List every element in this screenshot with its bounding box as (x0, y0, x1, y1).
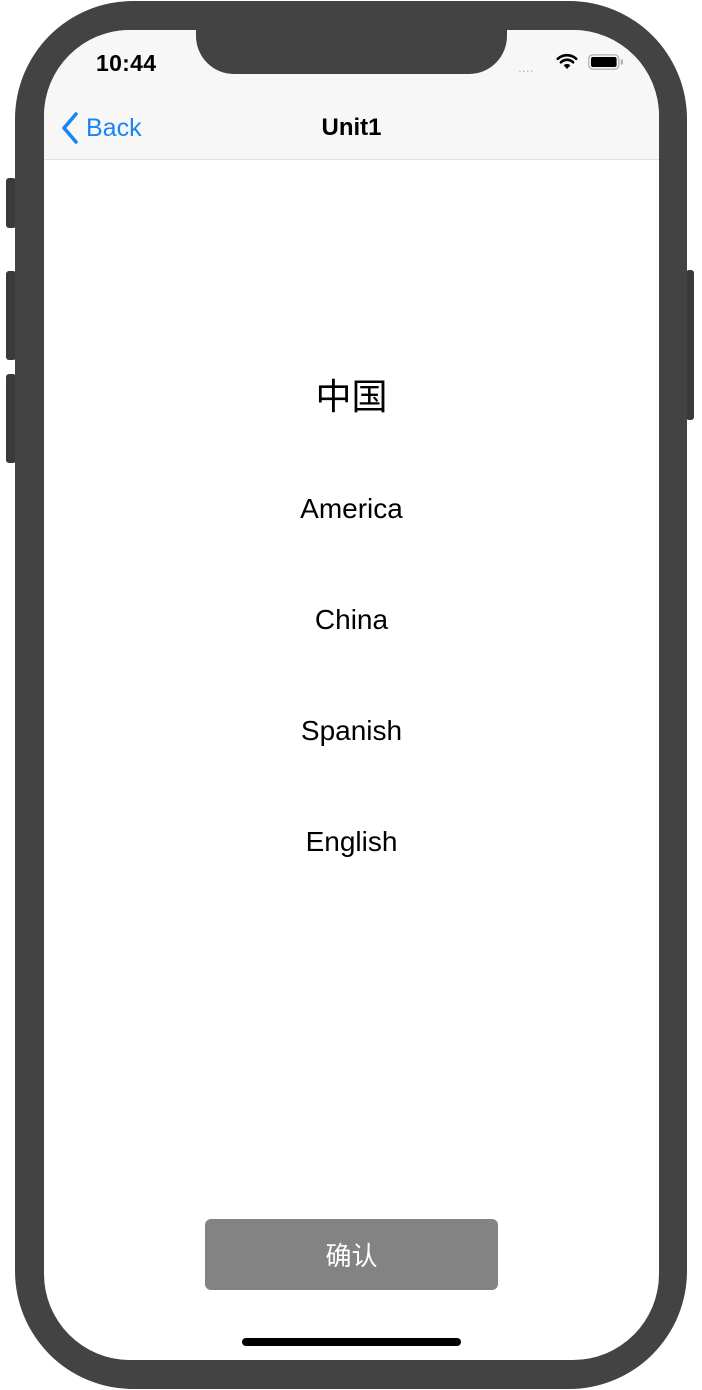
camera-notch (196, 30, 507, 74)
option-english[interactable]: English (44, 826, 659, 858)
option-america[interactable]: America (44, 493, 659, 525)
wifi-icon (556, 53, 578, 69)
status-time: 10:44 (96, 50, 157, 76)
power-button (686, 270, 694, 420)
battery-icon (588, 54, 623, 70)
option-spanish[interactable]: Spanish (44, 715, 659, 747)
device-stage: 10:44 .... Back Unit1 中国 America China S… (0, 0, 702, 1390)
home-indicator[interactable] (242, 1338, 461, 1346)
option-china[interactable]: China (44, 604, 659, 636)
signal-icon: .... (518, 59, 534, 75)
navigation-bar: Back Unit1 (44, 96, 659, 160)
confirm-button[interactable]: 确认 (205, 1219, 498, 1290)
question-text: 中国 (315, 377, 388, 418)
page-title: Unit1 (321, 114, 382, 141)
phone-screen: 10:44 .... Back Unit1 中国 America China S… (44, 30, 659, 1360)
